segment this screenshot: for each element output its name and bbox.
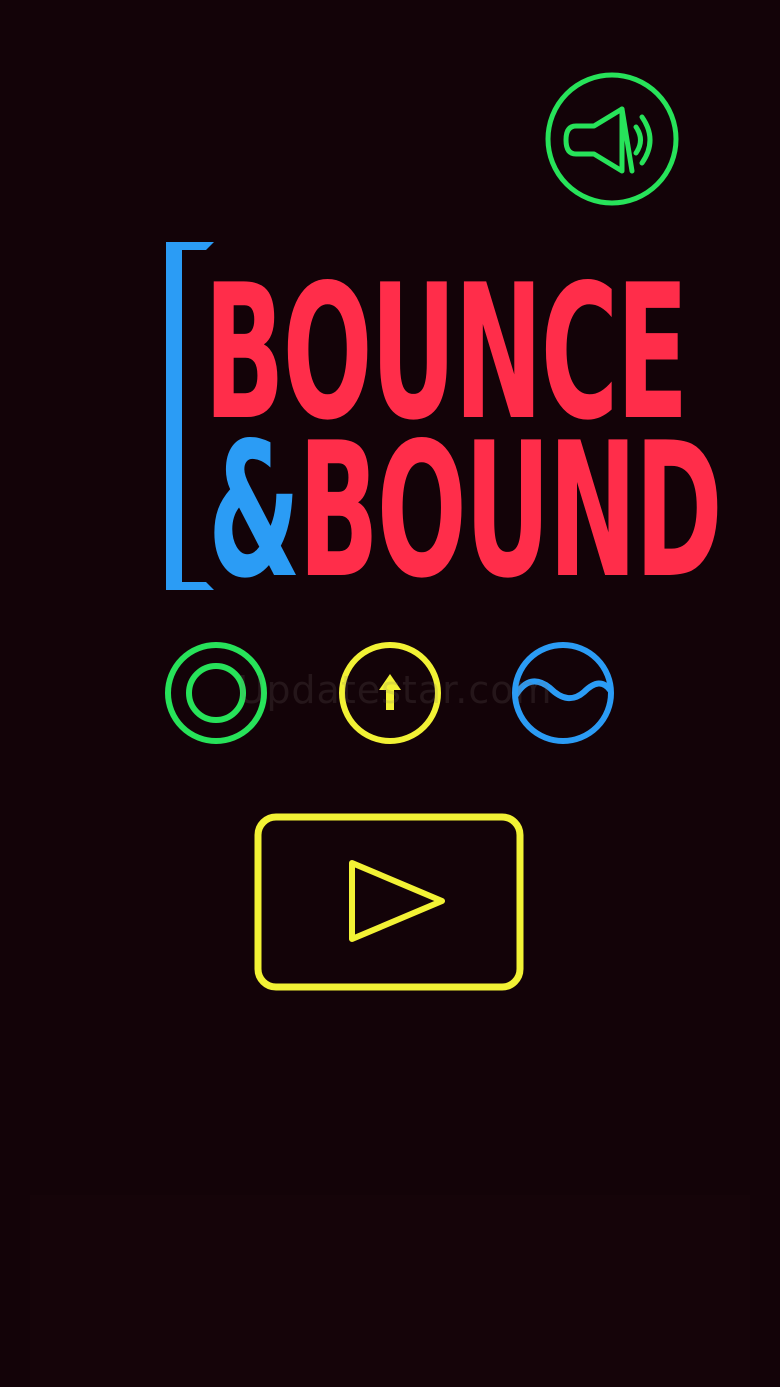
play-button[interactable]	[254, 813, 524, 991]
sound-toggle-button[interactable]	[544, 71, 680, 207]
watermark-text: Updatestar.com	[237, 668, 553, 712]
game-logo: BOUNCE &BOUND	[160, 238, 723, 604]
logo-title-bound: BOUND	[298, 402, 723, 619]
logo-title-bound-line: &BOUND	[208, 418, 723, 604]
game-screen: BOUNCE &BOUND Updatestar.com	[0, 0, 780, 1387]
bottom-panel	[30, 1195, 750, 1387]
play-triangle-icon	[254, 813, 524, 991]
speaker-icon	[545, 72, 679, 206]
logo-ampersand: &	[208, 402, 300, 619]
